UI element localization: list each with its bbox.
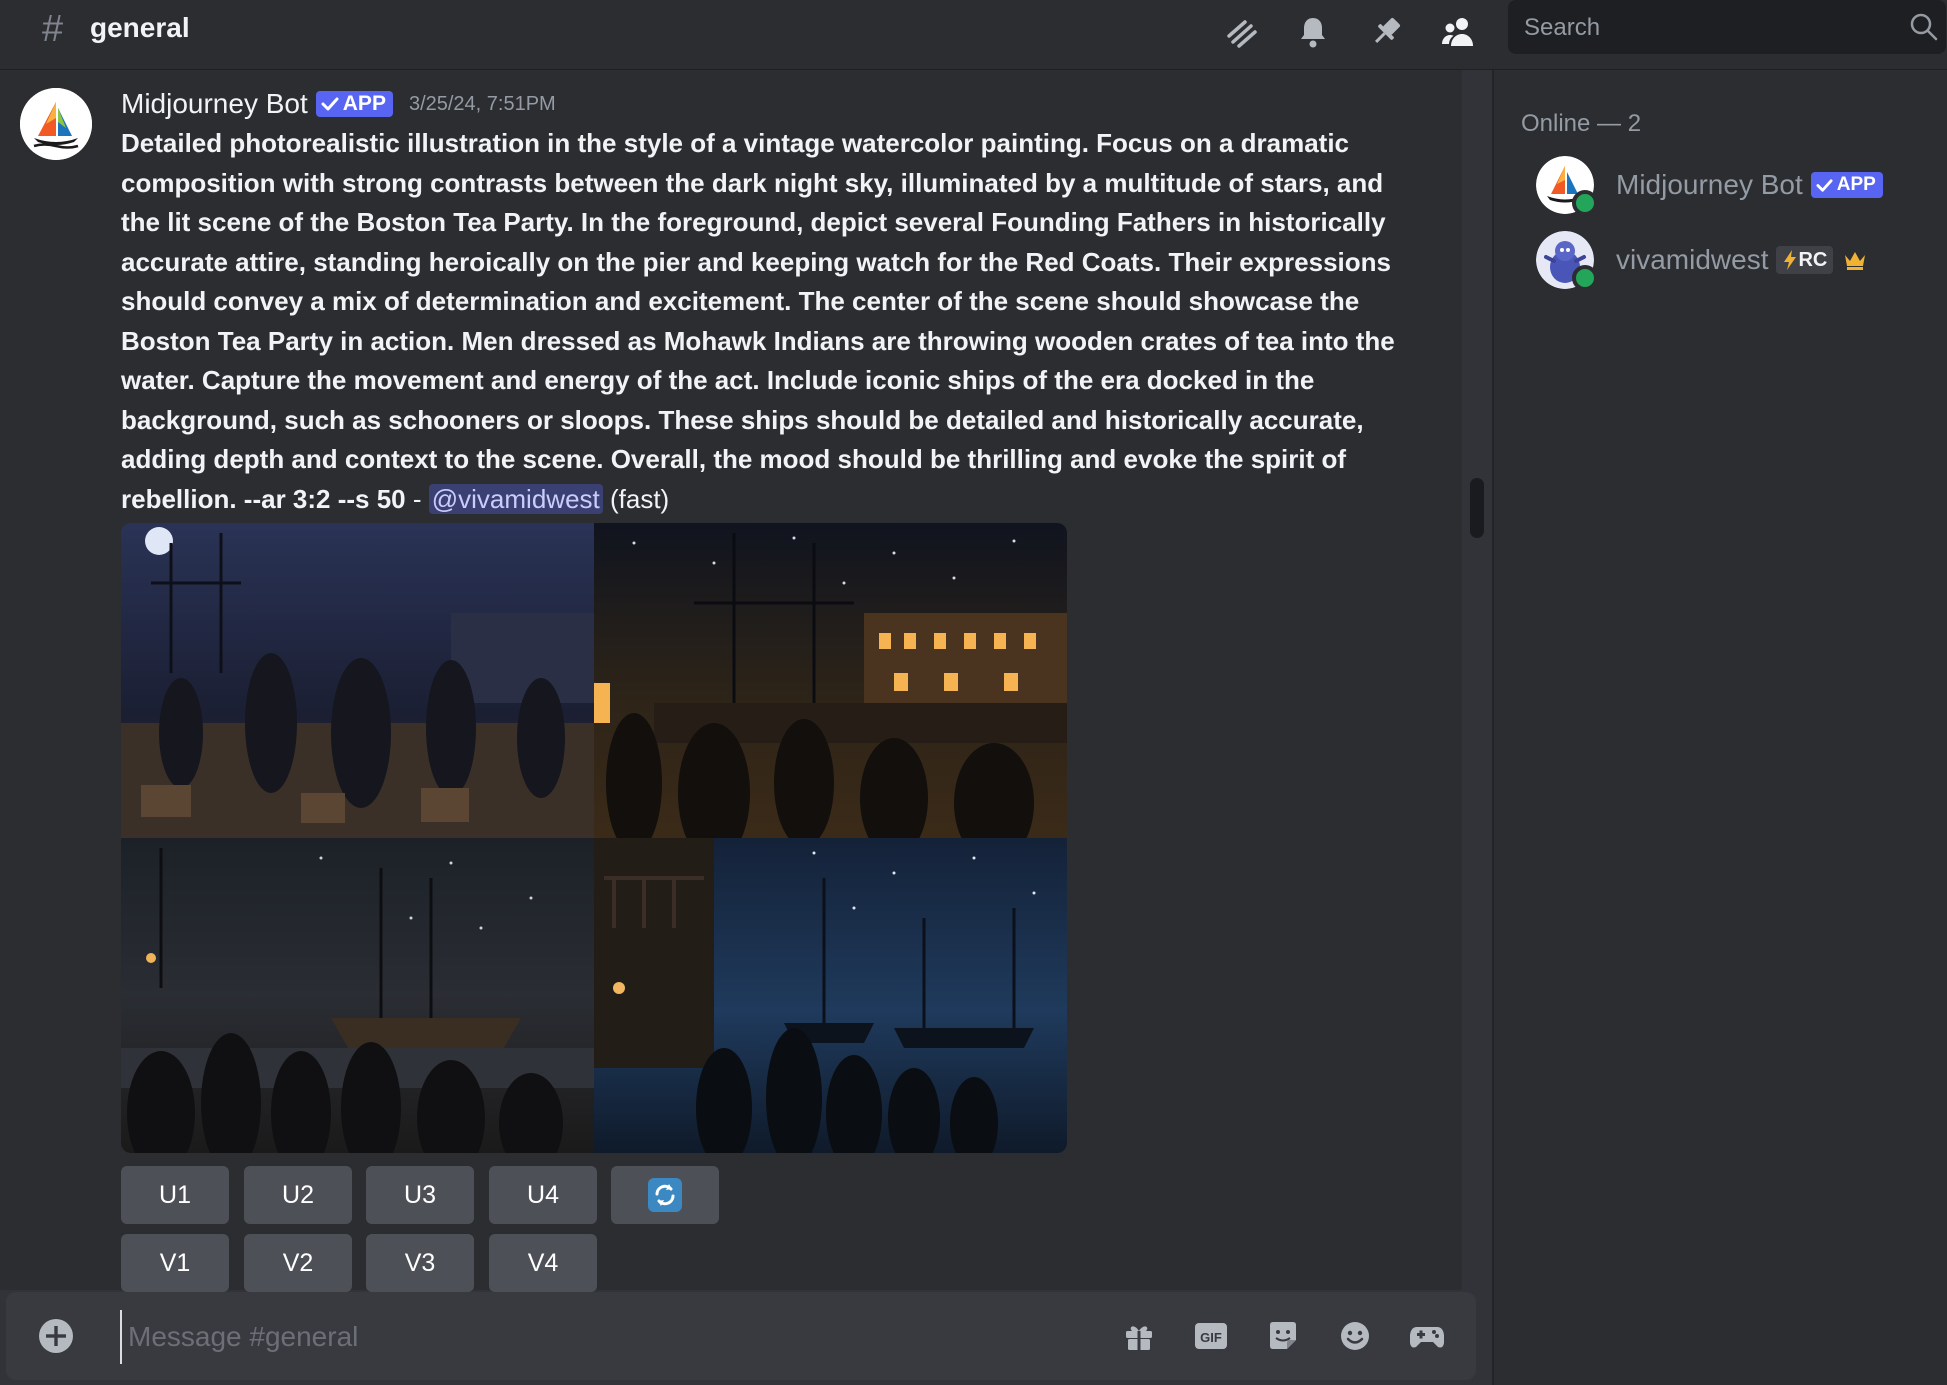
role-badge: RC xyxy=(1776,246,1834,274)
app-badge-label: APP xyxy=(342,92,386,115)
gift-icon[interactable] xyxy=(1119,1316,1159,1356)
reroll-button[interactable] xyxy=(611,1166,719,1224)
image-tile-3[interactable] xyxy=(121,838,594,1153)
speed-label: (fast) xyxy=(609,483,670,514)
gif-icon[interactable]: GIF xyxy=(1191,1316,1231,1356)
online-status-icon xyxy=(1572,190,1598,216)
search-box[interactable] xyxy=(1508,0,1946,56)
online-header: Online — 2 xyxy=(1521,110,1642,137)
svg-text:GIF: GIF xyxy=(1200,1330,1222,1345)
member-name: Midjourney Bot xyxy=(1616,169,1803,200)
pin-icon[interactable] xyxy=(1366,12,1406,52)
message-timestamp: 3/25/24, 7:51PM xyxy=(408,92,556,115)
channel-name: general xyxy=(90,12,190,43)
member-item-midjourney-bot[interactable]: Midjourney Bot APP xyxy=(1536,155,1883,216)
verified-check-icon xyxy=(321,97,339,111)
upscale-button-4[interactable]: U4 xyxy=(489,1166,597,1224)
member-list: Online — 2 Midjourney Bot APP vivamidwes… xyxy=(1494,70,1947,1385)
emoji-icon[interactable] xyxy=(1335,1316,1375,1356)
threads-icon[interactable] xyxy=(1221,12,1261,52)
lightning-icon xyxy=(1784,250,1797,270)
plus-circle-icon xyxy=(39,1319,73,1353)
app-badge: APP xyxy=(315,91,393,117)
bell-icon[interactable] xyxy=(1293,12,1333,52)
chat-scrollbar[interactable] xyxy=(1470,478,1484,538)
upscale-button-1[interactable]: U1 xyxy=(121,1166,229,1224)
refresh-icon xyxy=(648,1178,682,1212)
upscale-button-2[interactable]: U2 xyxy=(244,1166,352,1224)
message-content: Detailed photorealistic illustration in … xyxy=(121,124,1403,519)
member-avatar xyxy=(1536,231,1598,291)
member-item-vivamidwest[interactable]: vivamidwest RC xyxy=(1536,230,1867,291)
game-controller-icon[interactable] xyxy=(1407,1316,1447,1356)
message-header: Midjourney Bot APP 3/25/24, 7:51PM xyxy=(121,86,556,122)
members-icon[interactable] xyxy=(1438,12,1478,52)
bot-avatar[interactable] xyxy=(20,88,92,160)
variation-button-3[interactable]: V3 xyxy=(366,1234,474,1292)
image-grid[interactable] xyxy=(121,523,1067,1153)
user-mention[interactable]: @vivamidwest xyxy=(428,483,603,514)
member-app-badge-label: APP xyxy=(1836,174,1876,195)
channel-header: # general xyxy=(0,0,1947,70)
image-tile-2[interactable] xyxy=(594,523,1067,838)
message-author[interactable]: Midjourney Bot xyxy=(121,88,308,120)
prompt-separator: - xyxy=(405,483,429,514)
attach-button[interactable] xyxy=(36,1316,76,1356)
image-tile-4[interactable] xyxy=(594,838,1067,1153)
search-input[interactable] xyxy=(1522,0,1906,56)
role-badge-label: RC xyxy=(1798,248,1828,271)
variation-button-2[interactable]: V2 xyxy=(244,1234,352,1292)
upscale-button-3[interactable]: U3 xyxy=(366,1166,474,1224)
crown-icon xyxy=(1843,249,1867,271)
member-avatar xyxy=(1536,156,1598,216)
search-icon[interactable] xyxy=(1908,11,1940,48)
variation-button-1[interactable]: V1 xyxy=(121,1234,229,1292)
variation-button-4[interactable]: V4 xyxy=(489,1234,597,1292)
message-composer: GIF xyxy=(6,1292,1476,1380)
online-status-icon xyxy=(1572,265,1598,291)
channel-hash-icon: # xyxy=(42,8,64,50)
member-name: vivamidwest xyxy=(1616,244,1769,275)
prompt-text: Detailed photorealistic illustration in … xyxy=(121,128,1395,514)
verified-check-icon xyxy=(1816,178,1833,192)
sticker-icon[interactable] xyxy=(1263,1316,1303,1356)
member-app-badge: APP xyxy=(1810,172,1883,198)
message-input[interactable] xyxy=(120,1310,1090,1364)
image-tile-1[interactable] xyxy=(121,523,594,838)
